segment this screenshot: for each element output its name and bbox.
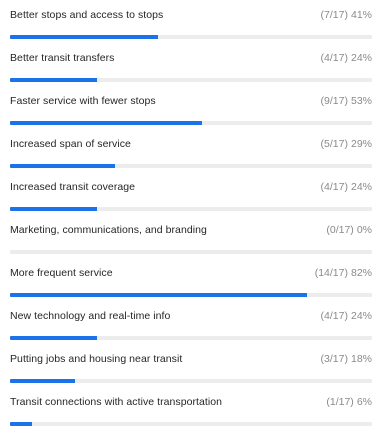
progress-fill [10,293,307,297]
progress-track [10,121,372,125]
option-stats: (14/17) 82% [315,267,372,279]
option-stats: (1/17) 6% [326,396,372,408]
result-row: Putting jobs and housing near transit (3… [10,351,372,394]
option-percent: 29% [350,138,372,150]
option-count: (5/17) [320,138,348,150]
option-label: Increased transit coverage [10,181,136,193]
progress-track [10,207,372,211]
option-label: New technology and real-time info [10,310,171,322]
progress-track [10,35,372,39]
progress-track [10,336,372,340]
option-count: (1/17) [326,396,354,408]
progress-track [10,250,372,254]
progress-track [10,293,372,297]
progress-fill [10,35,159,39]
option-percent: 82% [350,267,372,279]
result-row: Better transit transfers (4/17) 24% [10,50,372,93]
progress-track [10,78,372,82]
option-count: (7/17) [320,9,348,21]
option-count: (4/17) [320,52,348,64]
option-label: Faster service with fewer stops [10,95,156,107]
option-stats: (4/17) 24% [321,310,372,322]
progress-fill [10,207,97,211]
option-stats: (5/17) 29% [321,138,372,150]
option-label: Increased span of service [10,138,131,150]
option-count: (3/17) [320,353,348,365]
option-stats: (4/17) 24% [321,52,372,64]
option-percent: 53% [350,95,372,107]
progress-fill [10,379,76,383]
progress-track [10,422,372,426]
option-stats: (4/17) 24% [321,181,372,193]
progress-fill [10,164,115,168]
option-percent: 18% [350,353,372,365]
progress-fill [10,336,97,340]
result-row: Marketing, communications, and branding … [10,222,372,265]
result-row: More frequent service (14/17) 82% [10,265,372,308]
result-row: Increased transit coverage (4/17) 24% [10,179,372,222]
option-label: Better stops and access to stops [10,9,164,21]
result-row: New technology and real-time info (4/17)… [10,308,372,351]
option-label: More frequent service [10,267,113,279]
option-stats: (7/17) 41% [321,9,372,21]
progress-fill [10,121,202,125]
option-stats: (9/17) 53% [321,95,372,107]
option-percent: 6% [356,396,372,408]
option-percent: 24% [350,310,372,322]
option-count: (4/17) [320,310,348,322]
progress-fill [10,78,97,82]
progress-track [10,164,372,168]
result-row: Transit connections with active transpor… [10,394,372,437]
result-row: Faster service with fewer stops (9/17) 53… [10,93,372,136]
option-percent: 24% [350,52,372,64]
option-percent: 24% [350,181,372,193]
progress-track [10,379,372,383]
option-percent: 41% [350,9,372,21]
option-stats: (3/17) 18% [321,353,372,365]
option-percent: 0% [356,224,372,236]
result-row: Increased span of service (5/17) 29% [10,136,372,179]
option-count: (14/17) [314,267,348,279]
option-stats: (0/17) 0% [326,224,372,236]
option-count: (0/17) [326,224,354,236]
option-label: Better transit transfers [10,52,115,64]
option-count: (4/17) [320,181,348,193]
option-count: (9/17) [320,95,348,107]
option-label: Putting jobs and housing near transit [10,353,183,365]
option-label: Transit connections with active transpor… [10,396,223,408]
progress-fill [10,422,32,426]
poll-results: Better stops and access to stops (7/17) 4… [0,0,372,426]
option-label: Marketing, communications, and branding [10,224,207,236]
result-row: Better stops and access to stops (7/17) 4… [10,7,372,50]
